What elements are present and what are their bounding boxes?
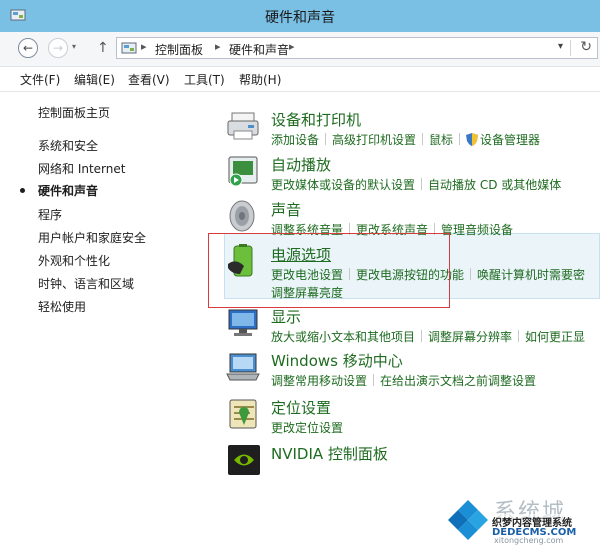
link-resize-text[interactable]: 放大或缩小文本和其他项目 xyxy=(271,330,415,344)
sidebar-item-clock-region[interactable]: 时钟、语言和区域 xyxy=(38,275,134,292)
autoplay-icon xyxy=(228,156,258,187)
menu-help[interactable]: 帮助(H) xyxy=(239,71,281,88)
link-add-device[interactable]: 添加设备 xyxy=(271,133,319,147)
category-title[interactable]: 声音 xyxy=(271,199,301,220)
category-autoplay: 自动播放 更改媒体或设备的默认设置 自动播放 CD 或其他媒体 xyxy=(226,154,600,194)
speaker-icon xyxy=(229,200,255,232)
menu-tools[interactable]: 工具(T) xyxy=(184,71,225,88)
category-links: 更改媒体或设备的默认设置 自动播放 CD 或其他媒体 xyxy=(271,176,561,193)
navigation-bar: ← → ▾ ↑ ▸ 控制面板 ▸ 硬件和声音 ▸ ▾ ↻ xyxy=(0,32,600,67)
windows-logo-icon xyxy=(448,500,488,540)
menu-view[interactable]: 查看(V) xyxy=(128,71,170,88)
address-divider xyxy=(570,40,571,56)
printer-icon xyxy=(227,112,259,140)
mobility-center-icon xyxy=(226,353,260,381)
nvidia-icon xyxy=(228,445,260,475)
sidebar-item-appearance[interactable]: 外观和个性化 xyxy=(38,252,110,269)
link-autoplay-cd[interactable]: 自动播放 CD 或其他媒体 xyxy=(428,178,561,192)
sidebar-item-ease-of-access[interactable]: 轻松使用 xyxy=(38,298,86,315)
breadcrumb-separator-icon[interactable]: ▸ xyxy=(289,40,295,53)
address-bar[interactable]: ▸ 控制面板 ▸ 硬件和声音 ▸ ▾ ↻ xyxy=(116,37,598,59)
menu-bar: 文件(F) 编辑(E) 查看(V) 工具(T) 帮助(H) xyxy=(0,67,600,92)
back-button[interactable]: ← xyxy=(18,38,38,58)
breadcrumb-hardware-sound[interactable]: 硬件和声音 xyxy=(229,41,289,58)
display-icon xyxy=(228,309,258,336)
link-mouse[interactable]: 鼠标 xyxy=(429,133,453,147)
sidebar-item-system-security[interactable]: 系统和安全 xyxy=(38,137,98,154)
category-title[interactable]: 自动播放 xyxy=(271,154,331,175)
control-panel-icon xyxy=(121,42,137,54)
window-title: 硬件和声音 xyxy=(265,10,335,26)
category-title[interactable]: 显示 xyxy=(271,306,301,327)
link-how-to-correct[interactable]: 如何更正显 xyxy=(525,330,585,344)
recent-pages-chevron-icon[interactable]: ▾ xyxy=(72,42,76,51)
uac-shield-icon xyxy=(466,133,479,146)
watermark: 系统城 织梦内容管理系统 DEDECMS.COM xitongcheng.com xyxy=(438,494,600,547)
link-advanced-printer-settings[interactable]: 高级打印机设置 xyxy=(332,133,416,147)
breadcrumb-control-panel[interactable]: 控制面板 xyxy=(155,41,203,58)
menu-file[interactable]: 文件(F) xyxy=(20,71,60,88)
forward-arrow-icon: → xyxy=(52,41,64,55)
current-item-bullet-icon xyxy=(20,188,25,193)
category-mobility-center: Windows 移动中心 调整常用移动设置 在给出演示文档之前调整设置 xyxy=(226,350,600,390)
category-links: 更改定位设置 xyxy=(271,419,343,436)
category-links: 添加设备 高级打印机设置 鼠标 设备管理器 xyxy=(271,131,540,148)
sidebar-item-home[interactable]: 控制面板主页 xyxy=(38,104,110,121)
category-nvidia: NVIDIA 控制面板 xyxy=(226,443,600,479)
category-location-settings: 定位设置 更改定位设置 xyxy=(226,397,600,437)
address-dropdown-icon[interactable]: ▾ xyxy=(558,41,563,52)
category-devices-printers: 设备和打印机 添加设备 高级打印机设置 鼠标 设备管理器 xyxy=(226,109,600,149)
link-adjust-before-presentation[interactable]: 在给出演示文档之前调整设置 xyxy=(380,374,536,388)
category-title[interactable]: NVIDIA 控制面板 xyxy=(271,443,388,464)
category-title[interactable]: 定位设置 xyxy=(271,397,331,418)
sidebar-item-user-accounts[interactable]: 用户帐户和家庭安全 xyxy=(38,229,146,246)
category-title[interactable]: 设备和打印机 xyxy=(271,109,361,130)
breadcrumb-separator-icon[interactable]: ▸ xyxy=(141,40,147,53)
watermark-url: xitongcheng.com xyxy=(494,536,564,545)
sidebar: 控制面板主页 系统和安全 网络和 Internet 硬件和声音 程序 用户帐户和… xyxy=(0,92,200,547)
forward-button[interactable]: → xyxy=(48,38,68,58)
category-title[interactable]: Windows 移动中心 xyxy=(271,350,403,371)
link-device-manager[interactable]: 设备管理器 xyxy=(480,133,540,147)
sidebar-item-network[interactable]: 网络和 Internet xyxy=(38,160,125,177)
annotation-highlight-box xyxy=(208,233,450,308)
link-manage-audio-devices[interactable]: 管理音频设备 xyxy=(441,223,513,237)
location-icon xyxy=(229,399,257,429)
sidebar-item-hardware-sound[interactable]: 硬件和声音 xyxy=(38,182,98,199)
menu-edit[interactable]: 编辑(E) xyxy=(74,71,115,88)
link-screen-resolution[interactable]: 调整屏幕分辨率 xyxy=(428,330,512,344)
link-require-password-wake[interactable]: 唤醒计算机时需要密 xyxy=(477,268,585,282)
breadcrumb-separator-icon[interactable]: ▸ xyxy=(215,40,221,53)
title-bar: 硬件和声音 xyxy=(0,0,600,32)
link-change-default-media[interactable]: 更改媒体或设备的默认设置 xyxy=(271,178,415,192)
sidebar-item-programs[interactable]: 程序 xyxy=(38,206,62,223)
category-display: 显示 放大或缩小文本和其他项目 调整屏幕分辨率 如何更正显 xyxy=(226,306,600,346)
up-button[interactable]: ↑ xyxy=(97,40,109,56)
category-links: 调整常用移动设置 在给出演示文档之前调整设置 xyxy=(271,372,536,389)
refresh-icon[interactable]: ↻ xyxy=(580,39,592,55)
link-adjust-mobility-settings[interactable]: 调整常用移动设置 xyxy=(271,374,367,388)
link-change-location-settings[interactable]: 更改定位设置 xyxy=(271,421,343,435)
back-arrow-icon: ← xyxy=(22,41,34,55)
category-links: 放大或缩小文本和其他项目 调整屏幕分辨率 如何更正显 xyxy=(271,328,585,345)
